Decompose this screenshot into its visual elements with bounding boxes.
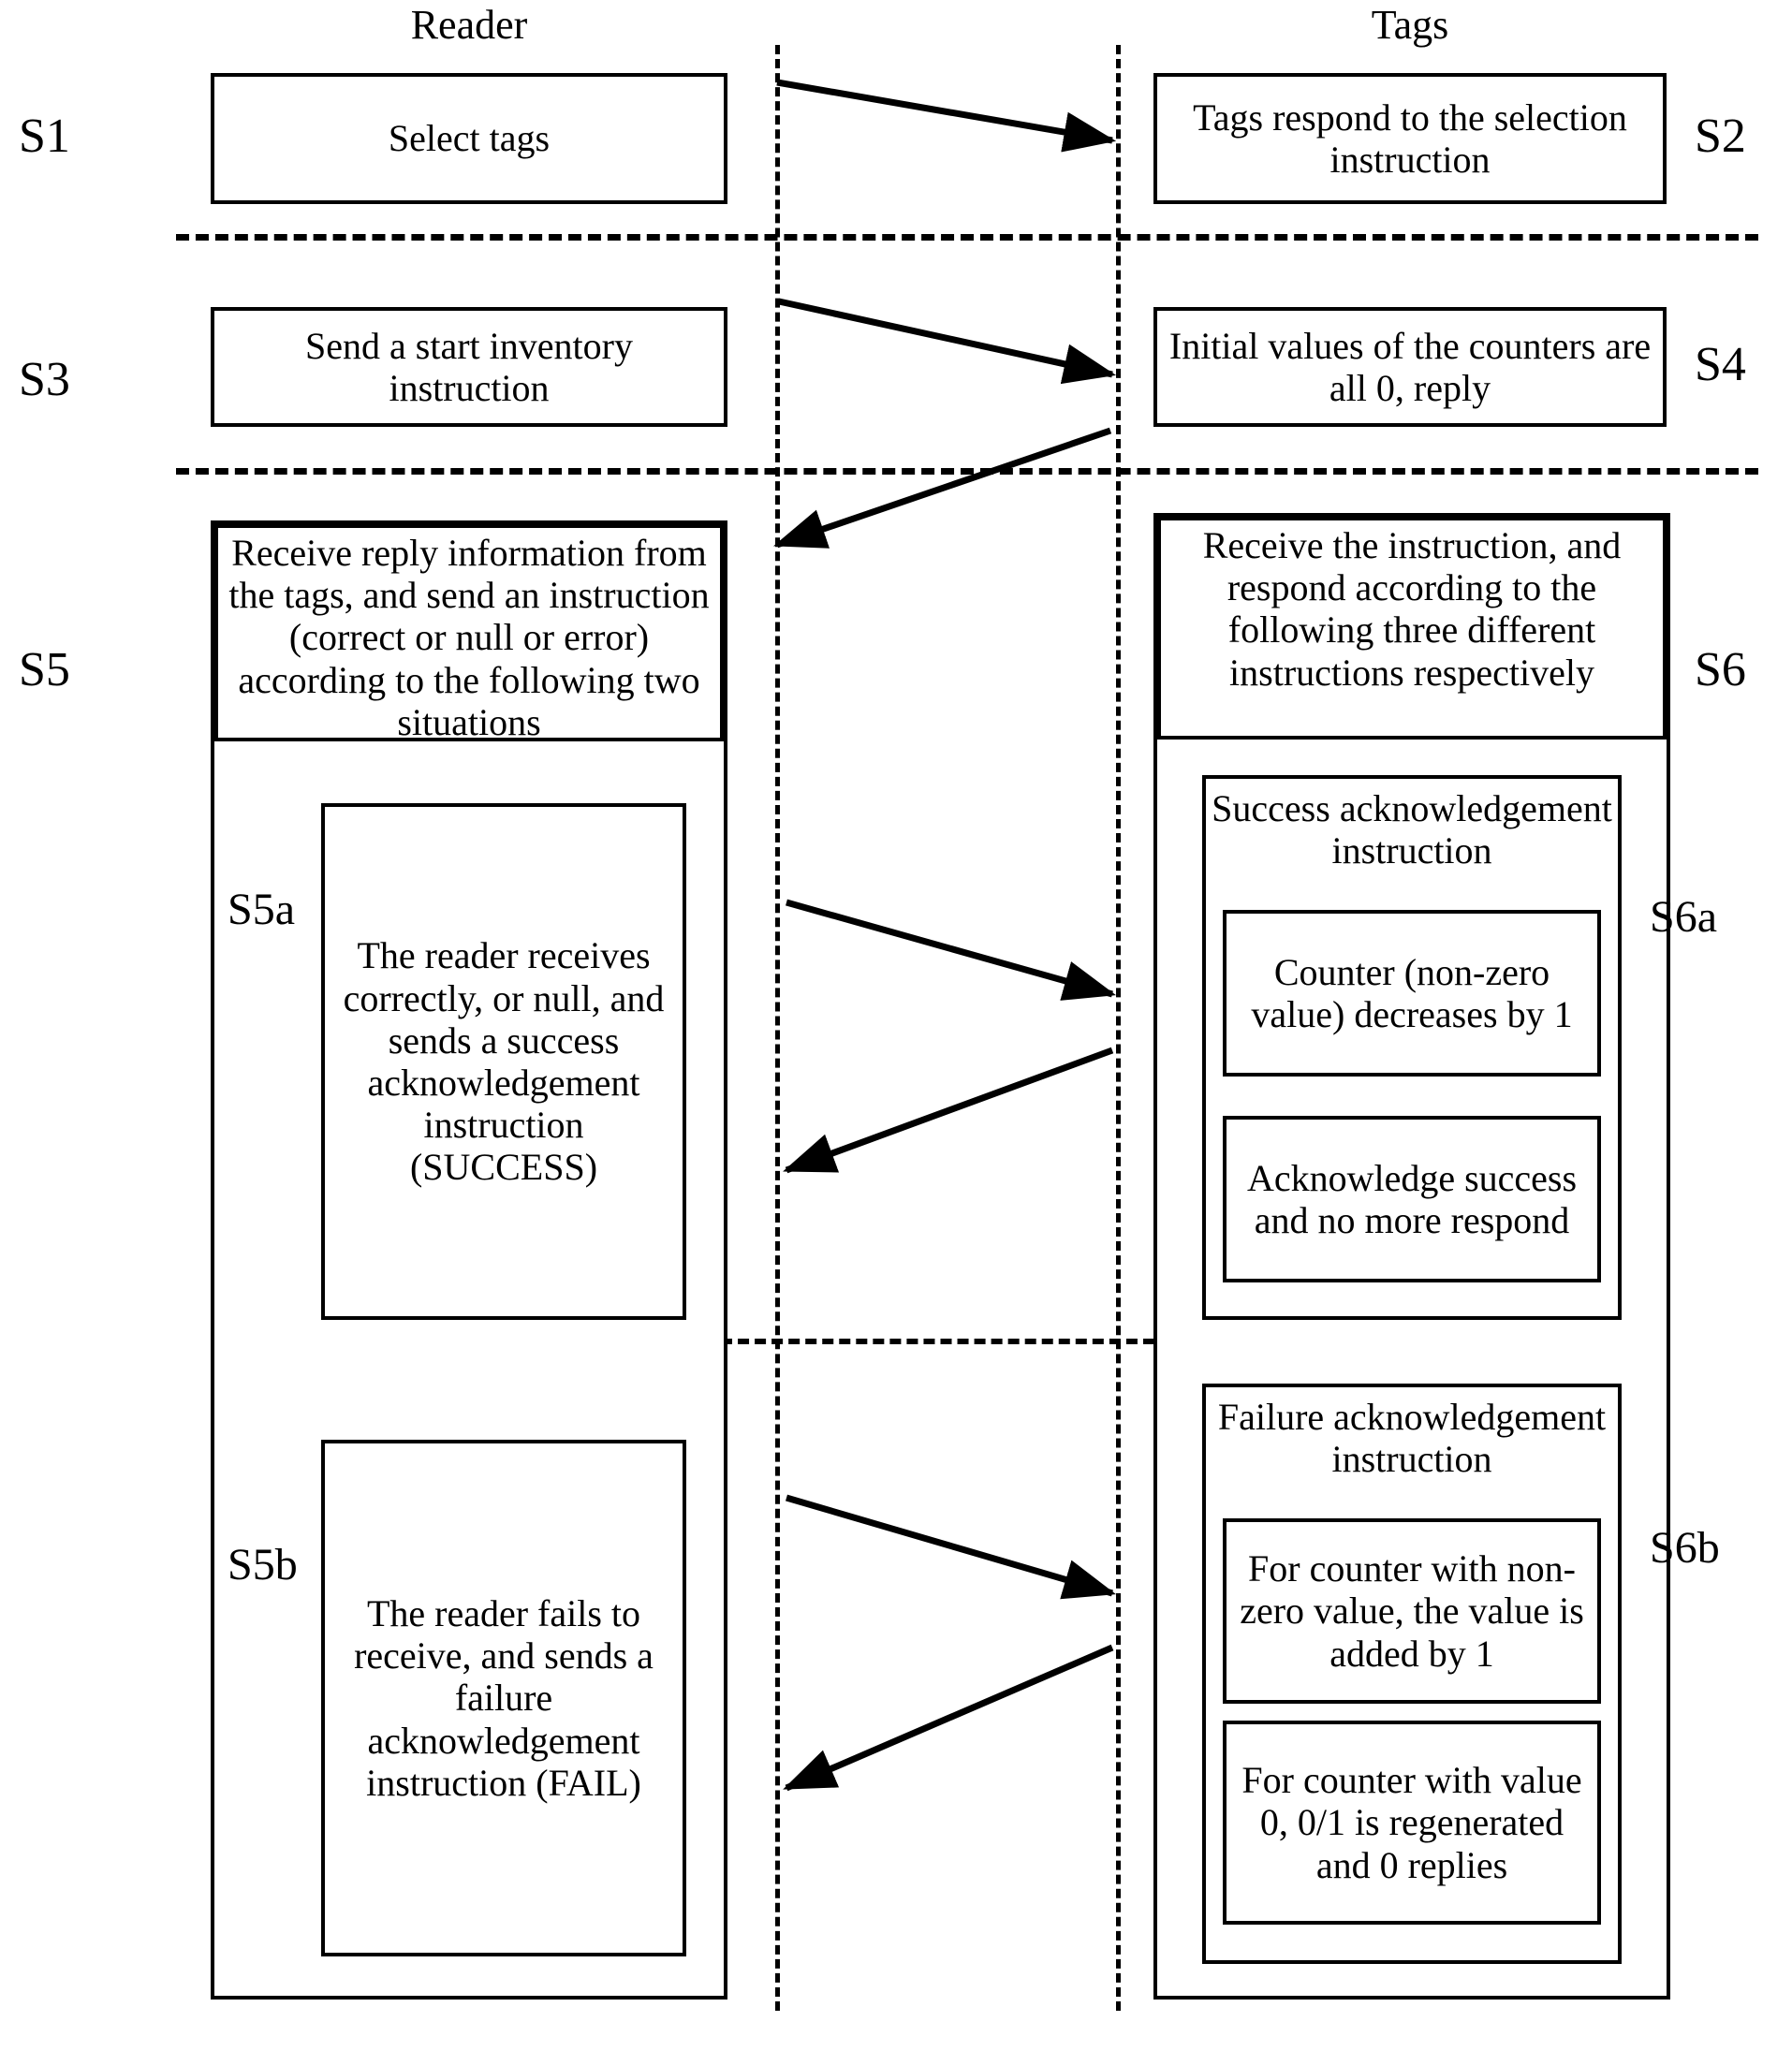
channel-divider-right [1116, 45, 1121, 2011]
arrow-s1-to-s2 [776, 79, 1117, 153]
arrow-s3-to-s4 [778, 298, 1117, 385]
step-label-s6: S6 [1695, 643, 1746, 696]
box-s6b-counter-add: For counter with non-zero value, the val… [1223, 1518, 1601, 1704]
box-s5b-failure: The reader fails to receive, and sends a… [321, 1440, 686, 1956]
step-label-s6a: S6a [1650, 892, 1717, 942]
step-label-s3: S3 [19, 353, 70, 406]
step-label-s5b: S5b [228, 1540, 298, 1590]
box-s6a-title: Success acknowledgement instruction [1212, 787, 1612, 872]
box-s3-start-inventory: Send a start inventory instruction [211, 307, 727, 427]
column-header-tags: Tags [1371, 2, 1449, 48]
box-s4-initial-counters: Initial values of the counters are all 0… [1153, 307, 1667, 427]
arrow-s5a-to-s6a [786, 899, 1117, 1001]
arrow-s5b-to-s6b [786, 1494, 1117, 1600]
box-s6-header: Receive the instruction, and respond acc… [1157, 517, 1667, 740]
step-label-s5: S5 [19, 643, 70, 696]
arrow-s4-to-s5 [773, 427, 1112, 549]
step-label-s4: S4 [1695, 338, 1746, 391]
arrow-s6b-to-s5b [783, 1644, 1114, 1792]
box-s6b-title: Failure acknowledgement instruction [1217, 1396, 1607, 1480]
box-s5-header: Receive reply information from the tags,… [214, 524, 724, 743]
column-header-reader: Reader [410, 2, 528, 48]
box-s6a-counter-decrease: Counter (non-zero value) decreases by 1 [1223, 910, 1601, 1077]
box-s1-select-tags: Select tags [211, 73, 727, 204]
box-s2-tags-respond: Tags respond to the selection instructio… [1153, 73, 1667, 204]
step-label-s5a: S5a [228, 885, 295, 934]
box-s6b-counter-zero: For counter with value 0, 0/1 is regener… [1223, 1721, 1601, 1925]
diagram-canvas: Reader Tags S1 Select tags Tags respond … [0, 0, 1792, 2051]
step-label-s6b: S6b [1650, 1523, 1720, 1573]
box-s6a-acknowledge-success: Acknowledge success and no more respond [1223, 1116, 1601, 1282]
arrow-s6a-to-s5a [783, 1047, 1114, 1174]
box-s5a-success: The reader receives correctly, or null, … [321, 803, 686, 1320]
phase-separator-1 [176, 234, 1758, 241]
step-label-s2: S2 [1695, 110, 1746, 163]
channel-divider-left [775, 45, 780, 2011]
step-label-s1: S1 [19, 110, 70, 163]
phase-separator-2 [176, 468, 1758, 475]
